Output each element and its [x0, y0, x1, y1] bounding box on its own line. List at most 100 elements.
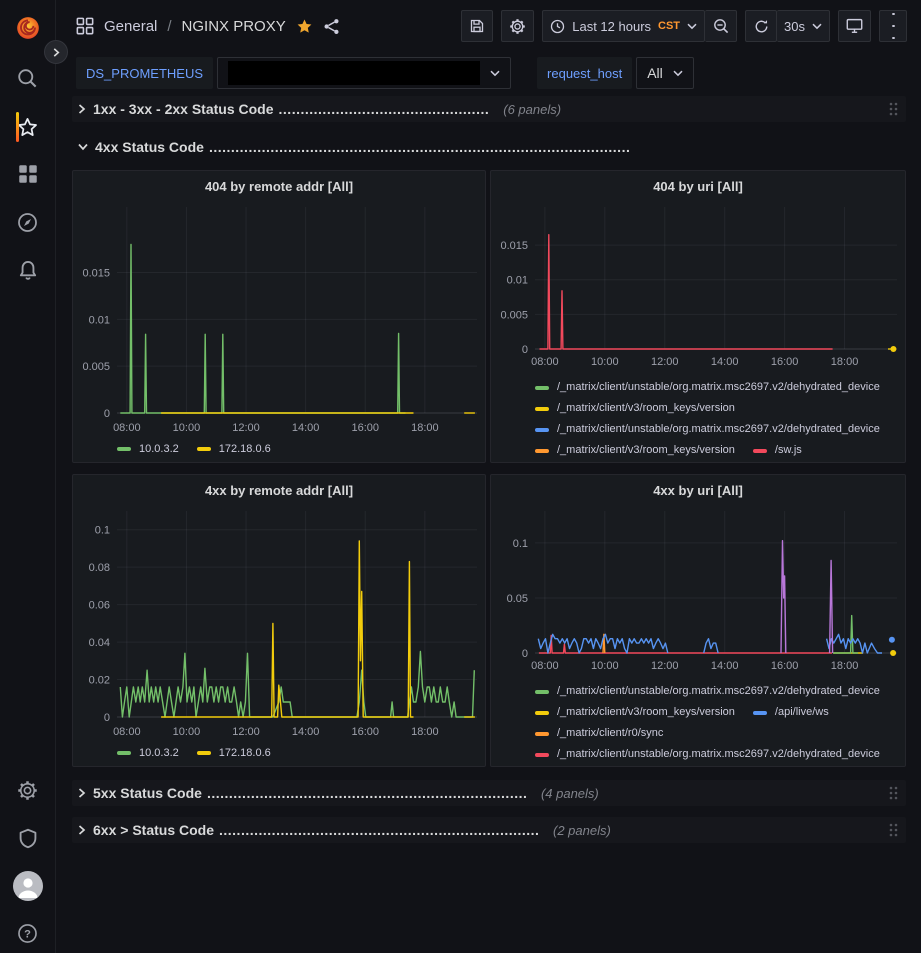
row-title: 6xx > Status Code: [93, 822, 214, 838]
legend-label: 172.18.0.6: [219, 747, 271, 759]
top-navbar: General / NGINX PROXY Last 12 hours CST: [56, 0, 921, 52]
time-picker-group: Last 12 hours CST: [542, 10, 737, 42]
x-axis-tick-label: 08:00: [531, 356, 559, 368]
time-range-picker[interactable]: Last 12 hours CST: [542, 10, 705, 42]
breadcrumb-section[interactable]: General: [104, 18, 157, 35]
legend-item[interactable]: /_matrix/client/unstable/org.matrix.msc2…: [535, 419, 880, 440]
help-icon: ?: [17, 923, 38, 944]
chart-canvas[interactable]: 00.020.040.060.080.108:0010:0012:0014:00…: [73, 505, 485, 743]
zoom-out-time-button[interactable]: [705, 10, 737, 42]
chart-canvas[interactable]: 00.050.108:0010:0012:0014:0016:0018:00: [491, 505, 905, 677]
sidebar-item-alerting[interactable]: [0, 250, 55, 290]
x-axis-tick-label: 12:00: [232, 726, 260, 738]
more-options-kebab-button[interactable]: [879, 10, 907, 42]
dashboard-settings-button[interactable]: [501, 10, 534, 42]
chart-canvas[interactable]: 00.0050.010.01508:0010:0012:0014:0016:00…: [73, 201, 485, 439]
row-title: 4xx Status Code: [95, 139, 204, 155]
y-axis-tick-label: 0.05: [507, 593, 528, 605]
sidebar-item-explore[interactable]: [0, 202, 55, 242]
sidebar-item-configuration[interactable]: [0, 770, 55, 810]
panel-title[interactable]: 404 by remote addr [All]: [73, 171, 485, 201]
legend-item[interactable]: /_matrix/client/unstable/org.matrix.msc2…: [535, 681, 880, 702]
refresh-interval-label: 30s: [784, 19, 805, 34]
variables-bar: DS_PROMETHEUS request_host All: [56, 52, 921, 94]
legend-item[interactable]: /_matrix/client/unstable/org.matrix.msc2…: [535, 377, 880, 398]
row-title-dots: ........................................…: [209, 139, 629, 155]
variable-dropdown-ds-prometheus[interactable]: [217, 57, 511, 89]
panel-title[interactable]: 4xx by remote addr [All]: [73, 475, 485, 505]
row-panel-count: (4 panels): [541, 786, 599, 801]
legend-item[interactable]: 10.0.3.2: [117, 747, 179, 759]
legend-swatch: [753, 711, 767, 715]
legend-item[interactable]: 10.0.3.2: [117, 443, 179, 455]
row-header-1xx-3xx-2xx[interactable]: 1xx - 3xx - 2xx Status Code ............…: [72, 96, 906, 122]
chevron-right-icon: [52, 48, 61, 57]
legend-item[interactable]: /_matrix/client/v3/room_keys/version: [535, 398, 735, 419]
timezone-label: CST: [658, 20, 680, 32]
legend-item[interactable]: /sw.js: [753, 440, 802, 459]
sidebar-item-dashboards[interactable]: [0, 154, 55, 194]
legend-label: /_matrix/client/unstable/org.matrix.msc2…: [557, 419, 880, 440]
breadcrumb: General / NGINX PROXY: [76, 17, 340, 35]
svg-text:?: ?: [24, 928, 31, 940]
legend-label: /_matrix/client/unstable/org.matrix.msc2…: [557, 681, 880, 702]
grafana-logo[interactable]: [0, 8, 55, 48]
sidebar-item-starred[interactable]: [0, 107, 55, 147]
refresh-interval-picker[interactable]: 30s: [777, 10, 830, 42]
x-axis-tick-label: 12:00: [651, 356, 679, 368]
sidebar-item-search[interactable]: [0, 58, 55, 98]
legend-item[interactable]: 172.18.0.6: [197, 747, 271, 759]
breadcrumb-dashboard-title[interactable]: NGINX PROXY: [182, 18, 286, 35]
chart-canvas[interactable]: 00.0050.010.01508:0010:0012:0014:0016:00…: [491, 201, 905, 373]
tv-mode-button[interactable]: [838, 10, 871, 42]
series-line: [120, 245, 405, 414]
y-axis-tick-label: 0.02: [89, 675, 110, 687]
sidebar-item-server-admin[interactable]: [0, 818, 55, 858]
favorite-star-icon[interactable]: [296, 18, 313, 35]
legend-item[interactable]: /_matrix/client/v3/room_keys/version: [535, 702, 735, 723]
series-end-dot: [889, 637, 895, 643]
x-axis-tick-label: 18:00: [831, 660, 859, 672]
x-axis-tick-label: 16:00: [771, 356, 799, 368]
row-drag-handle[interactable]: [888, 101, 898, 122]
legend-swatch: [753, 449, 767, 453]
sidebar: ?: [0, 0, 56, 953]
save-dashboard-button[interactable]: [461, 10, 493, 42]
row-header-5xx[interactable]: 5xx Status Code ........................…: [72, 780, 906, 806]
variable-dropdown-request-host[interactable]: All: [636, 57, 694, 89]
main-area: General / NGINX PROXY Last 12 hours CST: [56, 0, 921, 953]
y-axis-tick-label: 0.1: [513, 538, 528, 550]
row-title: 1xx - 3xx - 2xx Status Code: [93, 101, 274, 117]
legend-swatch: [535, 711, 549, 715]
row-drag-handle[interactable]: [888, 822, 898, 843]
chevron-down-icon: [673, 70, 683, 77]
legend-item[interactable]: /api/live/ws: [753, 702, 829, 723]
sidebar-expand-button[interactable]: [44, 40, 68, 64]
legend-swatch: [535, 753, 549, 757]
monitor-icon: [846, 18, 863, 34]
x-axis-tick-label: 18:00: [411, 726, 439, 738]
time-range-label: Last 12 hours: [572, 19, 651, 34]
y-axis-tick-label: 0.01: [507, 275, 528, 287]
legend-label: /sw.js: [775, 440, 802, 459]
chevron-right-icon: [78, 825, 86, 835]
legend-item[interactable]: /_matrix/client/r0/sync: [535, 723, 663, 744]
legend-item[interactable]: /_matrix/client/unstable/org.matrix.msc2…: [535, 744, 880, 763]
sidebar-item-profile[interactable]: [0, 866, 55, 906]
sidebar-item-help[interactable]: ?: [0, 913, 55, 953]
y-axis-tick-label: 0.005: [82, 361, 110, 373]
refresh-button[interactable]: [745, 10, 777, 42]
x-axis-tick-label: 08:00: [531, 660, 559, 672]
shield-icon: [18, 828, 38, 849]
panel-title[interactable]: 404 by uri [All]: [491, 171, 905, 201]
row-drag-handle[interactable]: [888, 785, 898, 806]
row-header-4xx[interactable]: 4xx Status Code ........................…: [72, 134, 906, 160]
chevron-down-icon: [78, 143, 88, 151]
legend-swatch: [197, 751, 211, 755]
compass-icon: [17, 212, 38, 233]
legend-item[interactable]: 172.18.0.6: [197, 443, 271, 455]
legend-item[interactable]: /_matrix/client/v3/room_keys/version: [535, 440, 735, 459]
row-header-6xx[interactable]: 6xx > Status Code ......................…: [72, 817, 906, 843]
share-icon[interactable]: [323, 18, 340, 35]
panel-title[interactable]: 4xx by uri [All]: [491, 475, 905, 505]
